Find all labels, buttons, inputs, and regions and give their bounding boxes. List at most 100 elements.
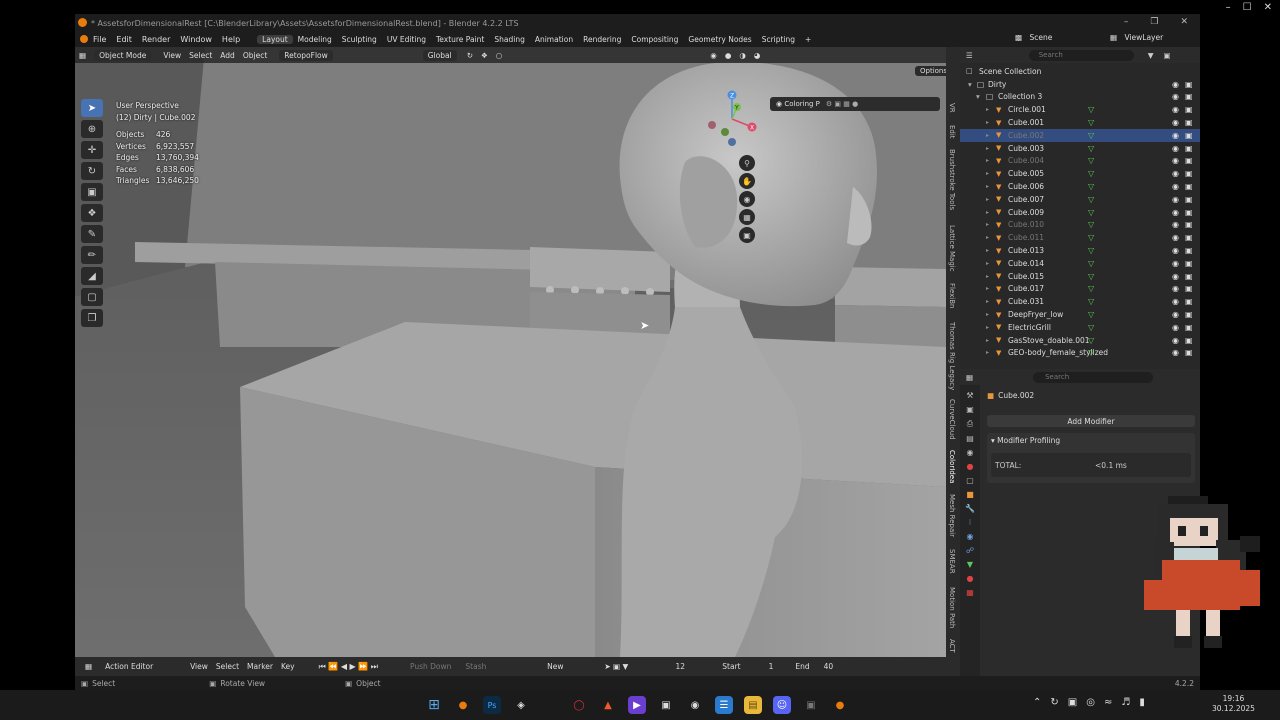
scale-icon[interactable]: ▣ xyxy=(81,183,103,201)
visibility-eye-icon[interactable]: ◉ xyxy=(1172,348,1179,357)
outliner-object-row[interactable]: ▸ ▼ Cube.011 ▽ ◉ ▣ xyxy=(960,231,1200,244)
visibility-eye-icon[interactable]: ◉ xyxy=(1172,259,1179,268)
visibility-eye-icon[interactable]: ◉ xyxy=(1172,310,1179,319)
render-camera-icon[interactable]: ▣ xyxy=(1185,169,1193,178)
outliner-object-row[interactable]: ▸ ▼ Cube.006 ▽ ◉ ▣ xyxy=(960,180,1200,193)
expand-arrow-icon[interactable]: ▸ xyxy=(986,324,989,331)
sidebar-tab-motion-path[interactable]: Motion Path xyxy=(948,587,956,628)
move-icon[interactable]: ✛ xyxy=(81,141,103,159)
visibility-eye-icon[interactable]: ◉ xyxy=(1172,118,1179,127)
blender-taskbar-icon[interactable]: ● xyxy=(454,696,472,714)
file-explorer-taskbar-icon[interactable]: ▤ xyxy=(744,696,762,714)
expand-arrow-icon[interactable]: ▸ xyxy=(986,183,989,190)
outliner-object-row[interactable]: ▸ ▼ Cube.007 ▽ ◉ ▣ xyxy=(960,193,1200,206)
outliner-collection-3[interactable]: ▾ □ Collection 3 ◉ ▣ xyxy=(960,91,1200,104)
expand-arrow-icon[interactable]: ▸ xyxy=(986,349,989,356)
sidebar-tab-curvecloud[interactable]: CurveCloud xyxy=(948,399,956,440)
visibility-eye-icon[interactable]: ◉ xyxy=(1172,80,1179,89)
outliner-object-row[interactable]: ▸ ▼ Cube.014 ▽ ◉ ▣ xyxy=(960,257,1200,270)
outliner-object-row[interactable]: ▸ ▼ Cube.010 ▽ ◉ ▣ xyxy=(960,219,1200,232)
menu-file[interactable]: File xyxy=(88,35,111,44)
sidebar-tab-smear[interactable]: SMEAR xyxy=(948,549,956,574)
timeline-menu-key[interactable]: Key xyxy=(277,662,299,671)
expand-arrow-icon[interactable]: ▸ xyxy=(986,106,989,113)
visibility-eye-icon[interactable]: ◉ xyxy=(1172,182,1179,191)
render-camera-icon[interactable]: ▣ xyxy=(1185,220,1193,229)
add-object-icon[interactable]: ❐ xyxy=(81,309,103,327)
add-workspace-button[interactable]: + xyxy=(800,35,816,44)
render-camera-icon[interactable]: ▣ xyxy=(1185,348,1193,357)
scene-tab-icon[interactable]: ◉ xyxy=(967,448,974,457)
transform-orientation-dropdown[interactable]: Global xyxy=(422,49,457,61)
discord-taskbar-icon[interactable]: ☺ xyxy=(773,696,791,714)
render-camera-icon[interactable]: ▣ xyxy=(1185,195,1193,204)
visibility-eye-icon[interactable]: ◉ xyxy=(1172,208,1179,217)
taskbar-clock[interactable]: 19:16 30.12.2025 xyxy=(1212,694,1255,714)
menu-select[interactable]: Select xyxy=(185,51,216,60)
material-tab-icon[interactable]: ● xyxy=(967,574,974,583)
add-cube-icon[interactable]: ▢ xyxy=(81,288,103,306)
visibility-eye-icon[interactable]: ◉ xyxy=(1172,105,1179,114)
rotate-icon[interactable]: ↻ xyxy=(81,162,103,180)
tab-rendering[interactable]: Rendering xyxy=(578,35,626,44)
tab-scripting[interactable]: Scripting xyxy=(757,35,800,44)
3d-viewport[interactable]: ▦ Object Mode View Select Add Object Ret… xyxy=(75,47,946,657)
visibility-eye-icon[interactable]: ◉ xyxy=(1172,144,1179,153)
render-camera-icon[interactable]: ▣ xyxy=(1185,246,1193,255)
expand-arrow-icon[interactable]: ▸ xyxy=(986,221,989,228)
render-camera-icon[interactable]: ▣ xyxy=(1185,118,1193,127)
outliner-object-row[interactable]: ▸ ▼ Cube.003 ▽ ◉ ▣ xyxy=(960,142,1200,155)
expand-arrow-icon[interactable]: ▸ xyxy=(986,132,989,139)
outliner-object-row[interactable]: ▸ ▼ ElectricGrill ▽ ◉ ▣ xyxy=(960,321,1200,334)
opera-taskbar-icon[interactable]: ◯ xyxy=(570,696,588,714)
tray-app-icon[interactable]: ▣ xyxy=(1068,697,1077,708)
proportional-edit-icon[interactable]: ○ xyxy=(492,51,507,60)
measure-icon[interactable]: ◢ xyxy=(81,267,103,285)
timeline-menu-select[interactable]: Select xyxy=(212,662,243,671)
tab-layout[interactable]: Layout xyxy=(257,34,293,44)
visibility-eye-icon[interactable]: ◉ xyxy=(1172,336,1179,345)
expand-arrow-icon[interactable]: ▸ xyxy=(986,119,989,126)
app-close-button[interactable]: ✕ xyxy=(1180,17,1188,27)
render-camera-icon[interactable]: ▣ xyxy=(1185,80,1193,89)
outliner-editor-icon[interactable]: ☰ xyxy=(966,51,973,60)
tool-tab-icon[interactable]: ⚒ xyxy=(966,391,973,400)
annotate-icon[interactable]: ✎ xyxy=(81,225,103,243)
coloring-panel[interactable]: ◉ Coloring P ⚙ ▣ ▦ ● xyxy=(770,97,940,111)
blender-running-taskbar-icon[interactable]: ● xyxy=(831,696,849,714)
render-camera-icon[interactable]: ▣ xyxy=(1185,105,1193,114)
visibility-eye-icon[interactable]: ◉ xyxy=(1172,156,1179,165)
new-collection-icon[interactable]: ▣ xyxy=(1164,51,1171,60)
expand-arrow-icon[interactable]: ▸ xyxy=(986,311,989,318)
outliner-object-row[interactable]: ▸ ▼ GEO-body_female_stylized ▽ ◉ ▣ xyxy=(960,347,1200,360)
outer-minimize-button[interactable]: – xyxy=(1226,2,1231,13)
tab-compositing[interactable]: Compositing xyxy=(626,35,683,44)
tab-texture-paint[interactable]: Texture Paint xyxy=(431,35,489,44)
render-camera-icon[interactable]: ▣ xyxy=(1185,92,1193,101)
playback-controls[interactable]: ⏮ ⏪ ◀ ▶ ⏩ ⏭ xyxy=(315,662,382,672)
tray-battery-icon[interactable]: ▮ xyxy=(1139,697,1145,708)
pan-hand-icon[interactable]: ✋ xyxy=(739,173,755,189)
expand-arrow-icon[interactable]: ▸ xyxy=(986,273,989,280)
expand-arrow-icon[interactable]: ▸ xyxy=(986,209,989,216)
render-camera-icon[interactable]: ▣ xyxy=(1185,233,1193,242)
sidebar-tab-lattice-magic[interactable]: Lattice Magic xyxy=(948,225,956,272)
shading-solid-icon[interactable]: ● xyxy=(721,51,736,60)
viewlayer-selector[interactable]: ▦ ViewLayer xyxy=(1105,33,1173,42)
outliner-object-row[interactable]: ▸ ▼ Cube.031 ▽ ◉ ▣ xyxy=(960,295,1200,308)
tab-uv-editing[interactable]: UV Editing xyxy=(382,35,431,44)
render-camera-icon[interactable]: ▣ xyxy=(1185,297,1193,306)
properties-editor-icon[interactable]: ▦ xyxy=(966,373,973,382)
coloring-tool-icons[interactable]: ⚙ ▣ ▦ ● xyxy=(826,100,858,108)
constraints-tab-icon[interactable]: ☍ xyxy=(966,546,974,555)
expand-arrow-icon[interactable]: ▸ xyxy=(986,170,989,177)
editor-type-icon[interactable]: ▦ xyxy=(75,51,90,60)
sidebar-tab-brushstroke-tools[interactable]: Brushstroke Tools xyxy=(948,149,956,210)
timeline-menu-view[interactable]: View xyxy=(186,662,212,671)
app-taskbar-icon[interactable]: ▣ xyxy=(802,696,820,714)
render-camera-icon[interactable]: ▣ xyxy=(1185,323,1193,332)
start-frame-field[interactable]: 1 xyxy=(765,662,778,671)
outliner-object-row[interactable]: ▸ ▼ Cube.005 ▽ ◉ ▣ xyxy=(960,167,1200,180)
tray-wifi-icon[interactable]: ≈ xyxy=(1104,697,1112,708)
outliner-object-row[interactable]: ▸ ▼ Cube.009 ▽ ◉ ▣ xyxy=(960,206,1200,219)
